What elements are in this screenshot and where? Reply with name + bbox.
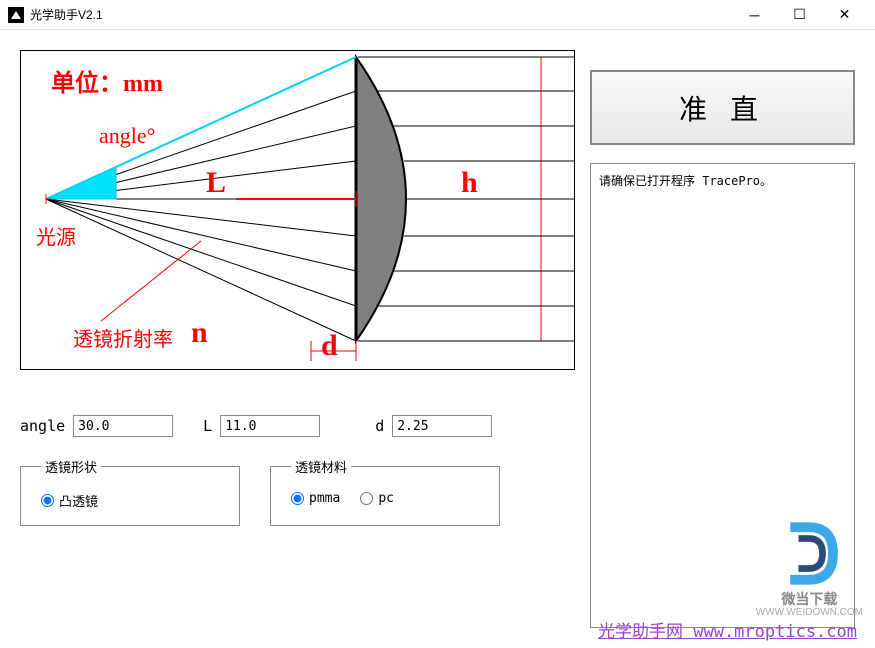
watermark-logo-icon: [769, 516, 849, 591]
d-input[interactable]: [392, 415, 492, 437]
lens-shape-legend: 透镜形状: [41, 457, 101, 476]
L-input-label: L: [203, 417, 212, 435]
radio-convex-lens[interactable]: 凸透镜: [41, 491, 98, 510]
L-label: L: [206, 166, 226, 200]
collimate-button[interactable]: 准 直: [590, 70, 855, 145]
radio-pc[interactable]: pc: [360, 491, 394, 506]
lens-shape-fieldset: 透镜形状 凸透镜: [20, 457, 240, 526]
radio-pmma-label: pmma: [309, 491, 340, 506]
lens-material-legend: 透镜材料: [291, 457, 351, 476]
unit-label: 单位：mm: [51, 63, 163, 98]
window-title: 光学助手V2.1: [30, 6, 732, 23]
radio-convex-input[interactable]: [41, 494, 54, 507]
app-icon: [8, 7, 24, 23]
L-input[interactable]: [220, 415, 320, 437]
angle-label: angle°: [99, 123, 155, 149]
source-label: 光源: [36, 221, 76, 250]
close-button[interactable]: ✕: [822, 0, 867, 30]
n-label: n: [191, 316, 208, 350]
d-label: d: [321, 329, 338, 363]
angle-input-label: angle: [20, 417, 65, 435]
d-input-label: d: [375, 417, 384, 435]
minimize-button[interactable]: ─: [732, 0, 777, 30]
optical-diagram: 单位：mm angle° L 光源 透镜折射率 n d h: [20, 50, 575, 370]
radio-pmma-input[interactable]: [291, 492, 304, 505]
radio-pc-input[interactable]: [360, 492, 373, 505]
lens-material-fieldset: 透镜材料 pmma pc: [270, 457, 500, 526]
h-label: h: [461, 166, 478, 200]
radio-pc-label: pc: [378, 491, 394, 506]
refraction-label: 透镜折射率: [73, 323, 173, 352]
footer-link[interactable]: 光学助手网 www.mroptics.com: [598, 617, 857, 642]
maximize-button[interactable]: ☐: [777, 0, 822, 30]
radio-pmma[interactable]: pmma: [291, 491, 340, 506]
angle-input[interactable]: [73, 415, 173, 437]
radio-convex-label: 凸透镜: [59, 491, 98, 510]
watermark-text: 微当下载: [781, 589, 837, 609]
watermark: 微当下载 WWW.WEIDOWN.COM: [756, 516, 863, 618]
